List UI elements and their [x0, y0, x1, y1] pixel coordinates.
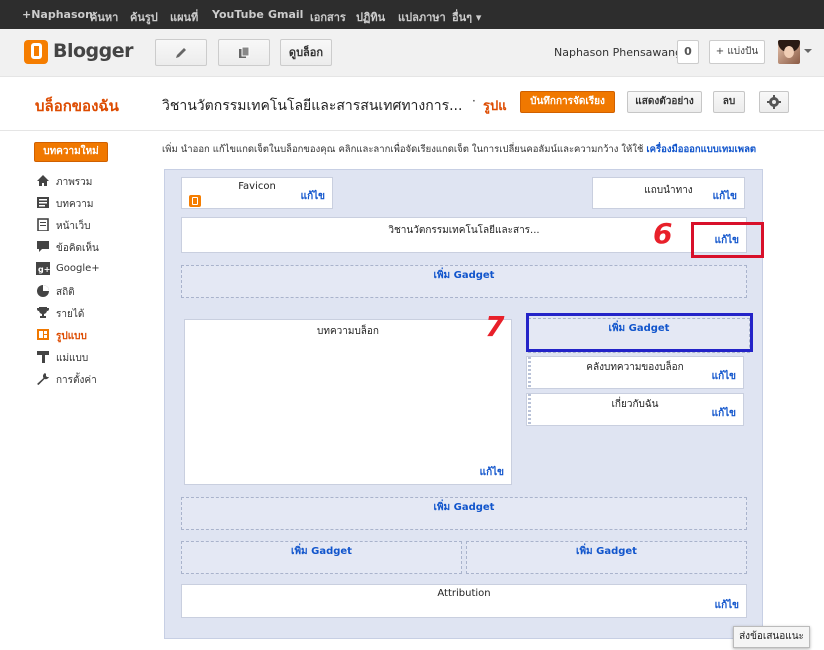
- sidebar-item-settings[interactable]: การตั้งค่า: [36, 371, 136, 387]
- gear-icon: [767, 95, 781, 109]
- notification-count[interactable]: 0: [677, 40, 699, 64]
- sidebar-item-label: รูปแบบ: [56, 331, 87, 342]
- preview-button[interactable]: แสดงตัวอย่าง: [627, 91, 702, 113]
- google-bar-calendar-link[interactable]: ปฏิทิน: [356, 8, 385, 26]
- sidebar-item-label: แม่แบบ: [56, 353, 89, 364]
- sidebar-item-label: การตั้งค่า: [56, 375, 97, 386]
- highlight-add-gadget-box: [526, 313, 753, 352]
- navbar-gadget[interactable]: แถบนำทาง แก้ไข: [592, 177, 745, 209]
- template-icon: [37, 351, 49, 363]
- username[interactable]: Naphason Phensawang: [554, 46, 682, 59]
- my-blog-link[interactable]: บล็อกของฉัน: [35, 94, 119, 118]
- highlight-edit-box: [691, 222, 764, 258]
- blog-title[interactable]: วิชานวัตกรรมเทคโนโลยีและสารสนเทศทางการ..…: [162, 95, 462, 117]
- google-bar-gmail-link[interactable]: Gmail: [268, 8, 303, 21]
- google-plus-icon: g+: [36, 262, 50, 275]
- about-me-gadget[interactable]: เกี่ยวกับฉัน แก้ไข: [526, 393, 744, 426]
- template-designer-link[interactable]: เครื่องมือออกแบบเทมเพลต: [646, 144, 756, 155]
- annotation-number-6: 6: [653, 217, 673, 250]
- sidebar-item-label: ภาพรวม: [56, 177, 93, 188]
- edit-link[interactable]: แก้ไข: [713, 189, 737, 204]
- sidebar-item-posts[interactable]: บทความ: [36, 195, 136, 211]
- archive-gadget[interactable]: คลังบทความของบล็อก แก้ไข: [526, 356, 744, 389]
- edit-link[interactable]: แก้ไข: [715, 598, 739, 613]
- edit-link[interactable]: แก้ไข: [712, 369, 736, 384]
- pages-icon: [239, 46, 250, 58]
- add-gadget-link[interactable]: เพิ่ม Gadget: [181, 497, 747, 530]
- pages-button[interactable]: [218, 39, 270, 66]
- sidebar-item-google-plus[interactable]: g+ Google+: [36, 261, 136, 277]
- feedback-button[interactable]: ส่งข้อเสนอแนะ: [733, 626, 810, 648]
- attribution-gadget[interactable]: Attribution แก้ไข: [181, 584, 747, 618]
- sidebar-item-label: Google+: [56, 263, 100, 274]
- layout-description: เพิ่ม นำออก แก้ไขแกดเจ็ตในบล็อกของคุณ คล…: [162, 142, 756, 157]
- gadget-title: บทความบล็อก: [317, 326, 379, 337]
- pie-chart-icon: [37, 285, 49, 297]
- sidebar-item-label: รายได้: [56, 309, 85, 320]
- trophy-icon: [37, 307, 49, 318]
- sidebar-item-comments[interactable]: ข้อคิดเห็น: [36, 239, 136, 255]
- clear-button[interactable]: ลบ: [713, 91, 745, 113]
- gadget-title: คลังบทความของบล็อก: [586, 362, 684, 373]
- sidebar-item-layout[interactable]: รูปแบบ: [36, 327, 136, 343]
- google-bar-docs-link[interactable]: เอกสาร: [310, 8, 346, 26]
- view-blog-button[interactable]: ดูบล็อก: [280, 39, 332, 66]
- sidebar-item-label: สถิติ: [56, 287, 75, 298]
- header-divider: [0, 130, 824, 131]
- annotation-number-7: 7: [485, 310, 505, 343]
- google-bar-more-link[interactable]: อื่นๆ ▾: [452, 8, 481, 26]
- add-gadget-link[interactable]: เพิ่ม Gadget: [181, 541, 462, 574]
- pencil-icon: [176, 47, 186, 58]
- google-bar-maps-link[interactable]: แผนที่: [170, 8, 198, 26]
- save-arrangement-button[interactable]: บันทึกการจัดเรียง: [520, 91, 615, 113]
- edit-link[interactable]: แก้ไข: [480, 465, 504, 480]
- sidebar-item-pages[interactable]: หน้าเว็บ: [36, 217, 136, 233]
- avatar[interactable]: [778, 40, 800, 64]
- blogger-header: Blogger ดูบล็อก Naphason Phensawang 0 + …: [0, 29, 824, 77]
- share-button[interactable]: + แบ่งปัน: [709, 40, 765, 64]
- chevron-down-icon[interactable]: [804, 49, 812, 53]
- new-post-sidebar-button[interactable]: บทความใหม่: [34, 142, 108, 162]
- layout-canvas: Favicon แก้ไข แถบนำทาง แก้ไข วิชานวัตกรร…: [164, 169, 763, 639]
- sidebar-item-label: ข้อคิดเห็น: [56, 243, 99, 254]
- google-bar-translate-link[interactable]: แปลภาษา: [398, 8, 446, 26]
- blogger-logo-text[interactable]: Blogger: [53, 40, 134, 62]
- sidebar-item-label: บทความ: [56, 199, 94, 210]
- home-icon: [37, 175, 49, 186]
- settings-button[interactable]: [759, 91, 789, 113]
- blog-posts-gadget[interactable]: บทความบล็อก แก้ไข: [184, 319, 512, 485]
- description-text: เพิ่ม นำออก แก้ไขแกดเจ็ตในบล็อกของคุณ คล…: [162, 144, 647, 155]
- google-bar: +Naphason ค้นหา ค้นรูป แผนที่ YouTube Gm…: [0, 0, 824, 29]
- comment-icon: [37, 241, 49, 252]
- google-bar-profile-link[interactable]: +Naphason: [22, 8, 93, 21]
- sidebar-item-overview[interactable]: ภาพรวม: [36, 173, 136, 189]
- blogger-logo-icon[interactable]: [24, 40, 48, 64]
- google-bar-youtube-link[interactable]: YouTube: [212, 8, 264, 21]
- edit-link[interactable]: แก้ไข: [301, 189, 325, 204]
- google-bar-search-link[interactable]: ค้นหา: [90, 8, 118, 26]
- layout-icon: [37, 329, 49, 340]
- sidebar-item-label: หน้าเว็บ: [56, 221, 91, 232]
- sidebar-item-stats[interactable]: สถิติ: [36, 283, 136, 299]
- svg-text:g+: g+: [38, 265, 50, 274]
- add-gadget-link[interactable]: เพิ่ม Gadget: [466, 541, 747, 574]
- breadcrumb: รูปแ: [483, 99, 507, 114]
- new-post-button[interactable]: [155, 39, 207, 66]
- posts-icon: [37, 197, 49, 208]
- gadget-title: เกี่ยวกับฉัน: [611, 399, 659, 410]
- sidebar-item-template[interactable]: แม่แบบ: [36, 349, 136, 365]
- edit-link[interactable]: แก้ไข: [712, 406, 736, 421]
- favicon-gadget[interactable]: Favicon แก้ไข: [181, 177, 333, 209]
- add-gadget-link[interactable]: เพิ่ม Gadget: [181, 265, 747, 298]
- google-bar-images-link[interactable]: ค้นรูป: [130, 8, 158, 26]
- breadcrumb-separator: ·: [472, 94, 476, 108]
- blogger-favicon-icon: [189, 195, 201, 207]
- gadget-title: Attribution: [437, 588, 491, 599]
- wrench-icon: [37, 373, 49, 385]
- pages-icon: [37, 218, 49, 231]
- sidebar-item-earnings[interactable]: รายได้: [36, 305, 136, 321]
